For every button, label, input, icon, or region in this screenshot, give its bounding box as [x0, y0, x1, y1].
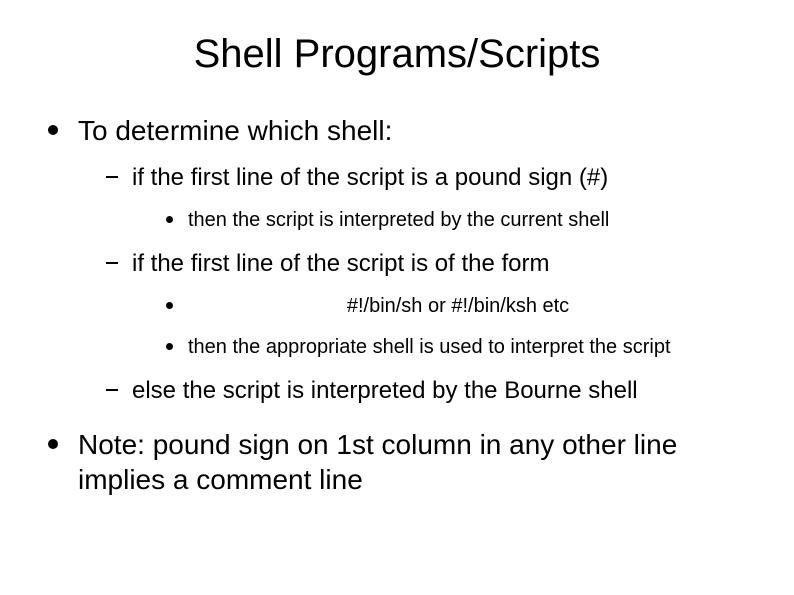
bullet-l1-item: To determine which shell: if the first l…: [44, 113, 750, 407]
bullet-l1-text: To determine which shell:: [78, 115, 392, 146]
bullet-l2-text: if the first line of the script is of th…: [132, 250, 550, 277]
bullet-l3-text: then the appropriate shell is used to in…: [188, 336, 671, 358]
bullet-l3-item: then the appropriate shell is used to in…: [166, 334, 750, 361]
bullet-l2-text: else the script is interpreted by the Bo…: [132, 377, 638, 404]
bullet-l2-text: if the first line of the script is a pou…: [132, 164, 608, 191]
bullet-l3-item: then the script is interpreted by the cu…: [166, 207, 750, 234]
bullet-l2-item: if the first line of the script is a pou…: [106, 162, 750, 234]
bullet-list-level2: if the first line of the script is a pou…: [78, 162, 750, 407]
bullet-l3-item: #!/bin/sh or #!/bin/ksh etc: [166, 293, 750, 320]
bullet-l3-text: #!/bin/sh or #!/bin/ksh etc: [188, 293, 750, 320]
slide-title: Shell Programs/Scripts: [44, 32, 750, 77]
bullet-l2-item: else the script is interpreted by the Bo…: [106, 375, 750, 406]
bullet-list-level3: then the script is interpreted by the cu…: [132, 207, 750, 234]
slide: Shell Programs/Scripts To determine whic…: [0, 0, 794, 595]
bullet-l3-text: then the script is interpreted by the cu…: [188, 209, 609, 231]
bullet-l1-text: Note: pound sign on 1st column in any ot…: [78, 429, 677, 495]
bullet-list-level1: To determine which shell: if the first l…: [44, 113, 750, 497]
bullet-l1-item: Note: pound sign on 1st column in any ot…: [44, 427, 750, 497]
bullet-list-level3: #!/bin/sh or #!/bin/ksh etc then the app…: [132, 293, 750, 361]
bullet-l2-item: if the first line of the script is of th…: [106, 248, 750, 361]
